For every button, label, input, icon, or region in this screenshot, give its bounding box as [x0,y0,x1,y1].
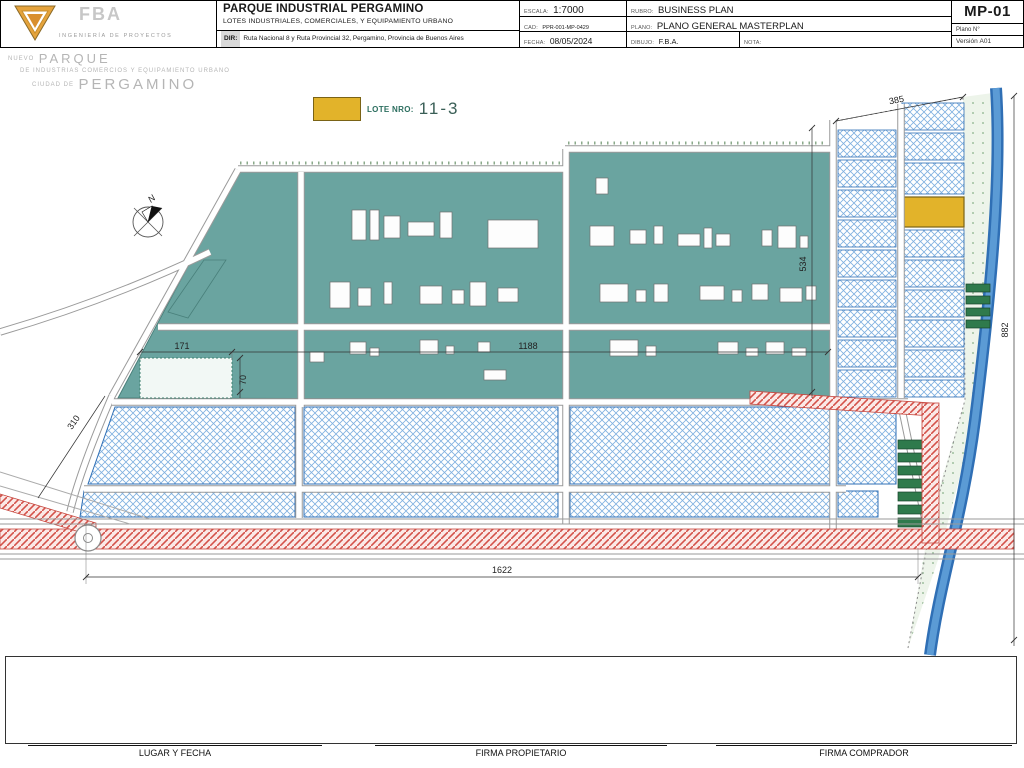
lot-11-3 [901,196,965,228]
north-arrow: N [132,192,164,238]
dibujo-value: F.B.A. [658,37,679,46]
signature-lugar-fecha: LUGAR Y FECHA [28,745,322,758]
cad-row: CAD: PPR-001-MP-0429 [520,16,626,31]
watermark-line1: PARQUE [38,51,111,66]
reserved-lot [139,357,233,399]
commercial-lots [79,406,897,518]
dibujo-cell: DIBUJO: F.B.A. [627,31,739,47]
plano-value: PLANO GENERAL MASTERPLAN [656,21,804,31]
dim-1188: 1188 [518,341,537,351]
dim-310: 310 [65,413,82,431]
dim-70: 70 [238,375,248,385]
fecha-label: FECHA: [524,40,546,46]
lot-legend-label: LOTE NRO: [367,104,414,114]
watermark-line3: PERGAMINO [78,76,198,94]
fecha-row: FECHA: 08/05/2024 [520,31,626,47]
version-label: Versión [956,38,978,45]
fecha-value: 08/05/2024 [549,36,593,46]
rubro-value: BUSINESS PLAN [658,5,734,16]
sheet-code: MP-01 [964,3,1011,20]
project-title: PARQUE INDUSTRIAL PERGAMINO [223,3,424,15]
logo-tagline: INGENIERÍA DE PROYECTOS [59,33,173,39]
site-plan-svg: 171 1188 70 534 882 385 310 1622 N [0,87,1024,656]
notes-box [5,656,1017,744]
dir-value: Ruta Nacional 8 y Ruta Provincial 32, Pe… [243,35,464,42]
lot-color-swatch [313,97,361,121]
sheet-cell: MP-01 Plano N° Versión A01 [951,1,1023,47]
dim-1622: 1622 [492,565,512,575]
watermark: NUEVO PARQUE DE INDUSTRIAS COMERCIOS Y E… [8,50,230,94]
escala-row: ESCALA: 1:7000 [520,1,626,16]
plano-cell: RUBRO: BUSINESS PLAN PLANO: PLANO GENERA… [626,1,952,47]
rubro-row: RUBRO: BUSINESS PLAN [627,1,951,16]
watermark-prefix3: CIUDAD DE [32,82,75,89]
dim-534: 534 [798,256,808,271]
logo-text: FBA [79,4,122,24]
title-block: FBA INGENIERÍA DE PROYECTOS PARQUE INDUS… [0,0,1024,48]
watermark-prefix1: NUEVO [8,56,35,62]
rubro-label: RUBRO: [631,9,654,15]
project-subtitle: LOTES INDUSTRIALES, COMERCIALES, Y EQUIP… [223,18,454,25]
nota-label: NOTA: [744,40,762,46]
logo-cell: FBA INGENIERÍA DE PROYECTOS [1,1,216,47]
north-label: N [146,192,158,204]
signature-comprador: FIRMA COMPRADOR [716,745,1012,758]
signature-propietario: FIRMA PROPIETARIO [375,745,667,758]
dibujo-label: DIBUJO: [631,40,655,46]
dim-171: 171 [174,341,189,351]
roundabout [74,524,102,552]
version-value: A01 [979,38,992,45]
project-cell: PARQUE INDUSTRIAL PERGAMINO LOTES INDUST… [216,1,519,47]
sheet-number-label: Plano N° [952,23,1023,35]
escala-label: ESCALA: [524,9,549,15]
nota-cell: NOTA: [739,31,952,47]
dir-label: DIR: [221,31,241,47]
sheet-version: Versión A01 [952,35,1023,47]
lot-legend-value: 11-3 [418,99,460,118]
plano-row: PLANO: PLANO GENERAL MASTERPLAN [627,16,951,31]
escala-value: 1:7000 [553,5,584,16]
meta-cell: ESCALA: 1:7000 CAD: PPR-001-MP-0429 FECH… [519,1,626,47]
project-address: DIR: Ruta Nacional 8 y Ruta Provincial 32… [217,30,519,47]
lot-legend: LOTE NRO: 11-3 [313,97,459,121]
dim-882: 882 [1000,322,1010,337]
watermark-line2: DE INDUSTRIAS COMERCIOS Y EQUIPAMIENTO U… [20,67,230,74]
